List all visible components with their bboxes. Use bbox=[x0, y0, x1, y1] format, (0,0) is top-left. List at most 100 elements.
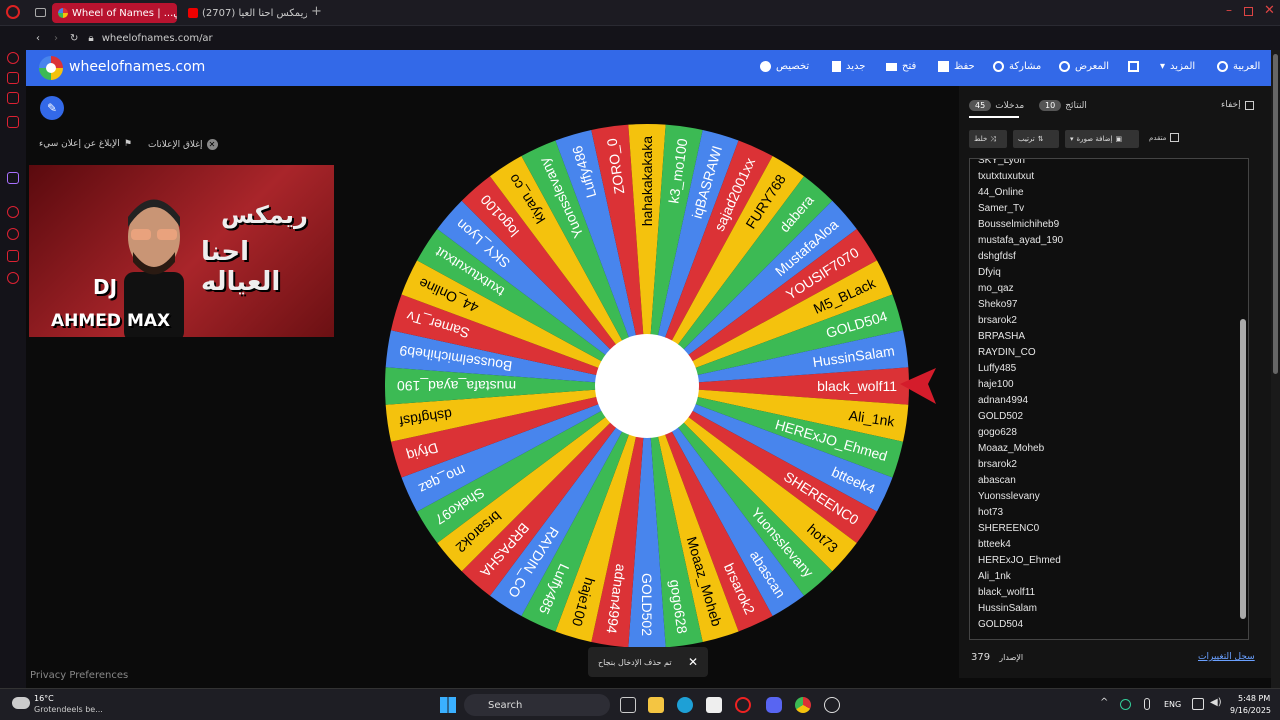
entry-row[interactable]: Bousselmichiheb9 bbox=[970, 217, 1248, 233]
weather-temp[interactable]: 16°C bbox=[34, 694, 54, 703]
minimize-button[interactable]: – bbox=[1226, 3, 1232, 17]
opera-gx-icon[interactable] bbox=[735, 697, 751, 713]
tab-results[interactable]: 10 النتائج bbox=[1039, 100, 1087, 111]
task-view-icon[interactable] bbox=[620, 697, 636, 713]
report-ad-link[interactable]: الإبلاغ عن إعلان سيء ⚑ bbox=[39, 139, 132, 149]
wheel-svg[interactable]: black_wolf11Ali_1nkHERExJO_Ehmedbtteek4S… bbox=[382, 121, 912, 651]
language-indicator[interactable]: ENG bbox=[1164, 700, 1181, 709]
entries-textarea[interactable]: SKY_Lyon txutxtuxutxut 44_Online Samer_Tv Bo… bbox=[969, 158, 1249, 640]
maximize-button[interactable] bbox=[1244, 7, 1253, 16]
entry-row[interactable]: GOLD504 bbox=[970, 617, 1248, 633]
forward-icon[interactable]: › bbox=[54, 33, 58, 44]
tray-sync-icon[interactable] bbox=[1120, 699, 1131, 710]
toast-close-icon[interactable]: ✕ bbox=[688, 655, 698, 669]
entry-row[interactable]: HERExJO_Ehmed bbox=[970, 553, 1248, 569]
entry-row[interactable]: adnan4994 bbox=[970, 393, 1248, 409]
add-image-button[interactable]: ▾ إضافة صورة ▣ bbox=[1065, 130, 1139, 148]
twitch-icon[interactable] bbox=[7, 172, 19, 184]
entry-row[interactable]: mustafa_ayad_190 bbox=[970, 233, 1248, 249]
entry-row[interactable]: brsarok2 bbox=[970, 313, 1248, 329]
advanced-checkbox[interactable]: متقدم bbox=[1149, 133, 1180, 142]
chatgpt-icon[interactable] bbox=[824, 697, 840, 713]
store-icon[interactable] bbox=[706, 697, 722, 713]
taskbar-search[interactable]: Search bbox=[464, 694, 610, 716]
page-scrollbar[interactable] bbox=[1271, 50, 1280, 688]
weather-desc[interactable]: Grotendeels be... bbox=[34, 705, 103, 714]
entry-row[interactable]: GOLD502 bbox=[970, 409, 1248, 425]
shuffle-button[interactable]: خلط ⤨ bbox=[969, 130, 1007, 148]
advertisement[interactable]: ريمكس احنا العياله DJ AHMED MAX bbox=[29, 165, 334, 337]
entry-row[interactable]: Yuonsslevany bbox=[970, 489, 1248, 505]
tab-wheel-of-names[interactable]: Wheel of Names | ...اتي bbox=[52, 3, 177, 23]
messenger-icon[interactable] bbox=[7, 92, 19, 104]
entry-row[interactable]: Dfyiq bbox=[970, 265, 1248, 281]
tab-menu-icon[interactable] bbox=[35, 8, 46, 17]
more-menu[interactable]: ▾ المزيد bbox=[1160, 61, 1195, 72]
language-menu[interactable]: العربية bbox=[1217, 61, 1260, 72]
entry-row[interactable]: black_wolf11 bbox=[970, 585, 1248, 601]
open-button[interactable]: فتح bbox=[886, 61, 916, 72]
scrollbar[interactable] bbox=[1240, 319, 1246, 619]
clock-date[interactable]: 9/16/2025 bbox=[1230, 706, 1271, 715]
changelog-link[interactable]: سجل التغييرات bbox=[1198, 652, 1255, 662]
entry-row[interactable]: HussinSalam bbox=[970, 601, 1248, 617]
file-explorer-icon[interactable] bbox=[648, 697, 664, 713]
close-ads-link[interactable]: إغلاق الإعلانات ✕ bbox=[148, 139, 218, 150]
settings-icon[interactable] bbox=[7, 272, 19, 284]
entry-row[interactable]: Ali_1nk bbox=[970, 569, 1248, 585]
bag-icon[interactable] bbox=[7, 72, 19, 84]
entry-row[interactable]: txutxtuxutxut bbox=[970, 169, 1248, 185]
edge-icon[interactable] bbox=[677, 697, 693, 713]
entry-row[interactable]: BRPASHA bbox=[970, 329, 1248, 345]
tab-youtube[interactable]: (2707) ريمكس احنا العيا... bbox=[182, 3, 307, 23]
site-logo-icon[interactable] bbox=[39, 56, 63, 80]
microphone-icon[interactable] bbox=[1144, 698, 1150, 710]
network-icon[interactable] bbox=[1192, 698, 1204, 710]
entry-row[interactable]: SKY_Lyon bbox=[970, 159, 1248, 169]
reload-icon[interactable]: ↻ bbox=[70, 33, 78, 44]
customize-button[interactable]: تخصيص bbox=[760, 61, 809, 72]
close-window-button[interactable]: ✕ bbox=[1264, 3, 1275, 18]
history-icon[interactable] bbox=[7, 228, 19, 240]
edit-pencil-button[interactable]: ✎ bbox=[40, 96, 64, 120]
entry-row[interactable]: SHEREENC0 bbox=[970, 521, 1248, 537]
player-icon[interactable] bbox=[7, 206, 19, 218]
windows-start-icon[interactable] bbox=[440, 697, 456, 713]
weather-icon[interactable] bbox=[12, 697, 30, 709]
entry-row[interactable]: 44_Online bbox=[970, 185, 1248, 201]
discord-icon[interactable] bbox=[766, 697, 782, 713]
entry-row[interactable]: gogo628 bbox=[970, 425, 1248, 441]
entry-row[interactable]: brsarok2 bbox=[970, 457, 1248, 473]
wheel[interactable]: black_wolf11 Ali_1nk HERExJO_Ehmed btteek4 S… bbox=[382, 121, 912, 651]
volume-icon[interactable]: ◀) bbox=[1210, 697, 1222, 708]
tray-chevron-icon[interactable]: ^ bbox=[1100, 697, 1108, 708]
gallery-button[interactable]: المعرض bbox=[1059, 61, 1109, 72]
aria-icon[interactable] bbox=[7, 52, 19, 64]
sort-button[interactable]: ترتيب ⇅ bbox=[1013, 130, 1059, 148]
back-icon[interactable]: ‹ bbox=[36, 33, 40, 44]
entry-row[interactable]: dshgfdsf bbox=[970, 249, 1248, 265]
save-button[interactable]: حفظ bbox=[938, 61, 975, 72]
entry-row[interactable]: abascan bbox=[970, 473, 1248, 489]
hide-checkbox[interactable]: إخفاء bbox=[1221, 100, 1254, 110]
entry-row[interactable]: hot73 bbox=[970, 505, 1248, 521]
opera-logo-icon[interactable] bbox=[6, 5, 20, 19]
entry-row[interactable]: haje100 bbox=[970, 377, 1248, 393]
privacy-preferences-link[interactable]: Privacy Preferences bbox=[30, 670, 128, 681]
entry-row[interactable]: Moaaz_Moheb bbox=[970, 441, 1248, 457]
entry-row[interactable]: Luffy485 bbox=[970, 361, 1248, 377]
url-field[interactable]: wheelofnames.com/ar bbox=[102, 33, 213, 44]
fullscreen-button[interactable] bbox=[1128, 61, 1139, 72]
clock-time[interactable]: 5:48 PM bbox=[1238, 694, 1270, 703]
entry-row[interactable]: btteek4 bbox=[970, 537, 1248, 553]
extensions-icon[interactable] bbox=[7, 250, 19, 262]
entry-row[interactable]: Sheko97 bbox=[970, 297, 1248, 313]
tab-entries[interactable]: 45 مدخلات bbox=[969, 100, 1024, 111]
new-tab-button[interactable]: + bbox=[311, 4, 322, 19]
wheel-center-hub[interactable] bbox=[595, 334, 699, 438]
entry-row[interactable]: Samer_Tv bbox=[970, 201, 1248, 217]
site-title[interactable]: wheelofnames.com bbox=[69, 59, 205, 75]
instagram-icon[interactable] bbox=[7, 116, 19, 128]
share-button[interactable]: مشاركة bbox=[993, 61, 1041, 72]
chrome-icon[interactable] bbox=[795, 697, 811, 713]
